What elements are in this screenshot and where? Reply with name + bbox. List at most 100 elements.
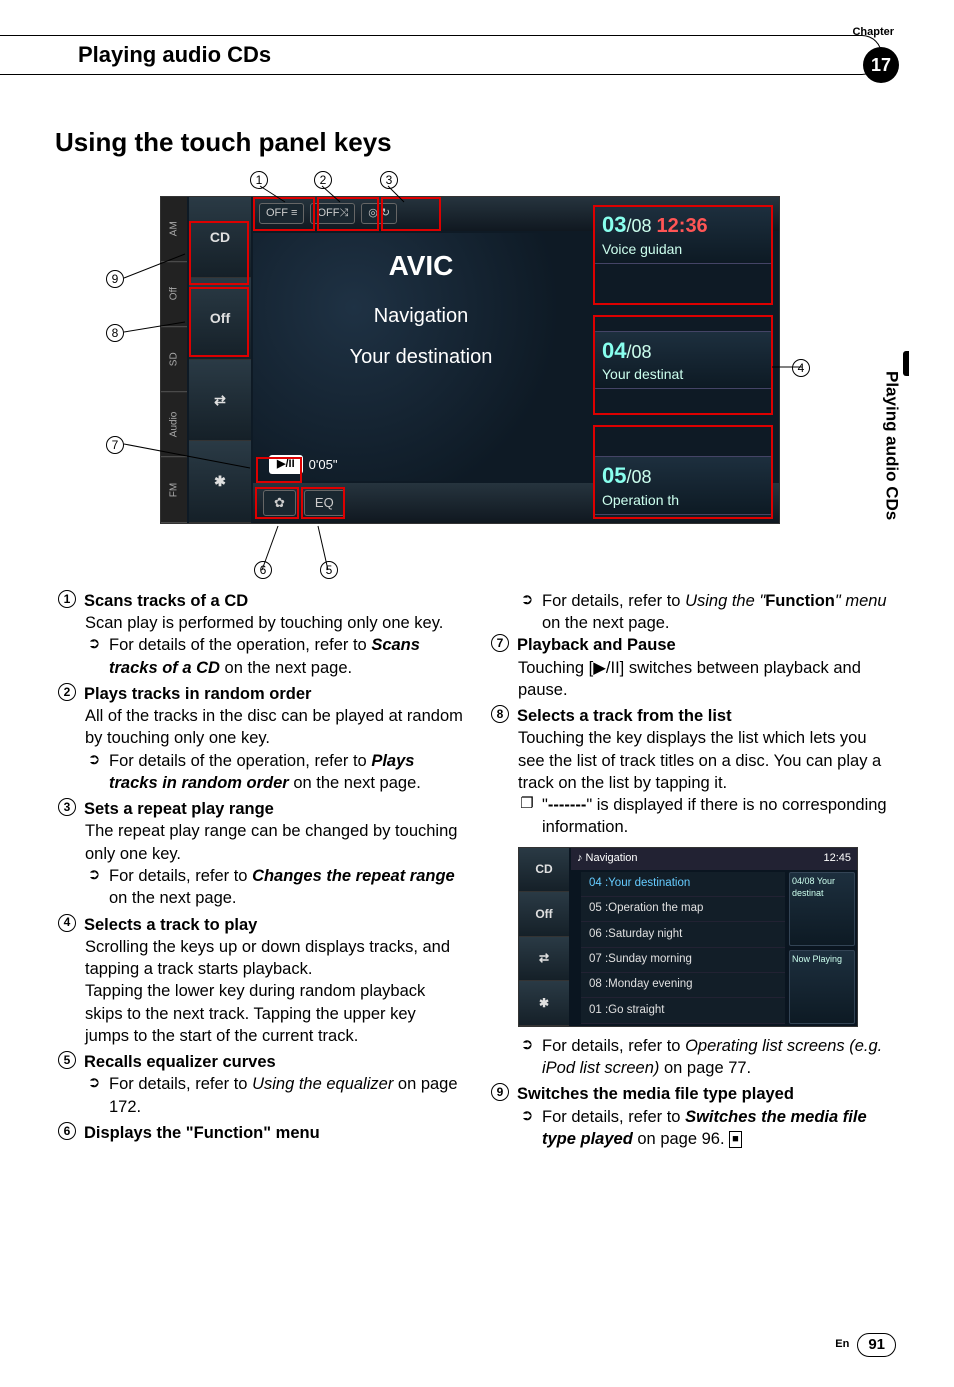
list-item[interactable]: 08 :Monday evening — [581, 973, 785, 998]
note-icon: ❐ — [518, 794, 536, 839]
now-playing-card[interactable]: 04/08 Your destinat — [789, 872, 855, 946]
item-6-title: Displays the "Function" menu — [84, 1122, 320, 1144]
end-mark-icon: ■ — [729, 1131, 742, 1148]
list-item[interactable]: 04 :Your destination — [581, 872, 785, 897]
item-6-sub: For details, refer to Using the "Functio… — [542, 590, 896, 635]
main-screenshot-figure: AM Off SD Audio FM CD Off ⇄ ✱ OFF ≡ OFF⤨… — [90, 172, 810, 582]
item-7-title: Playback and Pause — [517, 634, 676, 656]
callout-box-8 — [189, 287, 249, 357]
callout-box-5 — [301, 487, 345, 519]
item-7-icon: 7 — [491, 634, 509, 652]
item-8-sub: For details, refer to Operating list scr… — [542, 1035, 896, 1080]
item-2-body: All of the tracks in the disc can be pla… — [85, 705, 463, 750]
item-2-sub: For details of the operation, refer to P… — [109, 750, 463, 795]
callout-box-4a — [593, 205, 773, 305]
item-1-sub: For details of the operation, refer to S… — [109, 634, 463, 679]
item-5-sub: For details, refer to Using the equalize… — [109, 1073, 463, 1118]
list-item[interactable]: 06 :Saturday night — [581, 922, 785, 947]
sf-top-time: 12:45 — [823, 851, 851, 866]
item-4-body2: Tapping the lower key during random play… — [85, 980, 463, 1047]
now-playing-card[interactable]: Now Playing — [789, 950, 855, 1024]
chapter-label: Chapter — [852, 25, 894, 40]
refer-arrow-icon: ➲ — [85, 865, 103, 910]
refer-arrow-icon: ➲ — [518, 590, 536, 635]
page-footer: En 91 — [835, 1333, 896, 1357]
callout-box-6 — [255, 487, 299, 519]
item-9-icon: 9 — [491, 1083, 509, 1101]
item-7-body: Touching [▶/II] switches between playbac… — [518, 657, 896, 702]
track-list-screenshot: CD Off ⇄ ✱ ♪ Navigation 12:45 04 :Your de… — [518, 847, 858, 1027]
list-item[interactable]: 01 :Go straight — [581, 998, 785, 1023]
album-title: AVIC — [253, 247, 589, 285]
source-aux-icon[interactable]: ⇄ — [189, 360, 251, 442]
item-5-icon: 5 — [58, 1051, 76, 1069]
side-tab[interactable]: Audio — [161, 392, 187, 457]
callout-box-7 — [256, 457, 302, 483]
item-3-icon: 3 — [58, 798, 76, 816]
callout-box-9 — [189, 221, 249, 285]
sf-top-left: ♪ Navigation — [577, 851, 638, 866]
sf-side-icon[interactable]: Off — [519, 892, 569, 937]
callout-box-4b — [593, 315, 773, 415]
item-2-icon: 2 — [58, 683, 76, 701]
item-6-icon: 6 — [58, 1122, 76, 1140]
device-screenshot: AM Off SD Audio FM CD Off ⇄ ✱ OFF ≡ OFF⤨… — [160, 196, 780, 524]
callout-box-3 — [381, 197, 441, 231]
callout-3-icon: 3 — [380, 171, 398, 189]
elapsed-time: 0'05" — [309, 456, 338, 474]
side-margin-title: Playing audio CDs — [877, 371, 905, 671]
side-tab[interactable]: SD — [161, 327, 187, 392]
list-item[interactable]: 05 :Operation the map — [581, 897, 785, 922]
list-item[interactable]: 07 :Sunday morning — [581, 948, 785, 973]
item-8-title: Selects a track from the list — [517, 705, 732, 727]
item-1-title: Scans tracks of a CD — [84, 590, 248, 612]
callout-box-4c — [593, 425, 773, 519]
chapter-title: Playing audio CDs — [78, 40, 881, 70]
callout-box-1 — [253, 197, 315, 231]
side-tab[interactable]: FM — [161, 458, 187, 523]
item-9-sub: For details, refer to Switches the media… — [542, 1106, 896, 1151]
language-label: En — [835, 1337, 849, 1352]
item-4-body: Scrolling the keys up or down displays t… — [85, 936, 463, 981]
item-3-sub: For details, refer to Changes the repeat… — [109, 865, 463, 910]
item-1-body: Scan play is performed by touching only … — [85, 612, 463, 634]
item-5-title: Recalls equalizer curves — [84, 1051, 276, 1073]
item-2-title: Plays tracks in random order — [84, 683, 311, 705]
sf-side-icon[interactable]: CD — [519, 848, 569, 893]
source-bt-icon[interactable]: ✱ — [189, 441, 251, 523]
page-number: 91 — [857, 1333, 896, 1357]
item-4-title: Selects a track to play — [84, 914, 257, 936]
item-8-body: Touching the key displays the list which… — [518, 727, 896, 794]
refer-arrow-icon: ➲ — [85, 750, 103, 795]
sf-side-icon[interactable]: ⇄ — [519, 937, 569, 982]
item-1-icon: 1 — [58, 590, 76, 608]
item-9-title: Switches the media file type played — [517, 1083, 794, 1105]
chapter-title-band: Playing audio CDs — [0, 35, 882, 75]
section-heading: Using the touch panel keys — [55, 125, 954, 160]
callout-box-2 — [317, 197, 379, 231]
callout-9-icon: 9 — [106, 270, 124, 288]
refer-arrow-icon: ➲ — [518, 1106, 536, 1151]
artist-line: Navigation — [253, 303, 589, 330]
sf-side-icon[interactable]: ✱ — [519, 981, 569, 1026]
refer-arrow-icon: ➲ — [518, 1035, 536, 1080]
left-column: 1 Scans tracks of a CD Scan play is perfo… — [58, 590, 463, 1154]
track-line: Your destination — [253, 344, 589, 371]
refer-arrow-icon: ➲ — [85, 1073, 103, 1118]
callout-6-icon: 6 — [254, 561, 272, 579]
chapter-number-badge: 17 — [863, 47, 899, 83]
item-3-body: The repeat play range can be changed by … — [85, 820, 463, 865]
item-8-icon: 8 — [491, 705, 509, 723]
callout-7-icon: 7 — [106, 436, 124, 454]
item-8-note: "-------" is displayed if there is no co… — [542, 794, 896, 839]
callout-5-icon: 5 — [320, 561, 338, 579]
callout-8-icon: 8 — [106, 324, 124, 342]
side-tab[interactable]: Off — [161, 262, 187, 327]
right-column: ➲For details, refer to Using the "Functi… — [491, 590, 896, 1154]
callout-4-icon: 4 — [792, 359, 810, 377]
item-4-icon: 4 — [58, 914, 76, 932]
callout-2-icon: 2 — [314, 171, 332, 189]
side-tab[interactable]: AM — [161, 197, 187, 262]
refer-arrow-icon: ➲ — [85, 634, 103, 679]
item-3-title: Sets a repeat play range — [84, 798, 274, 820]
